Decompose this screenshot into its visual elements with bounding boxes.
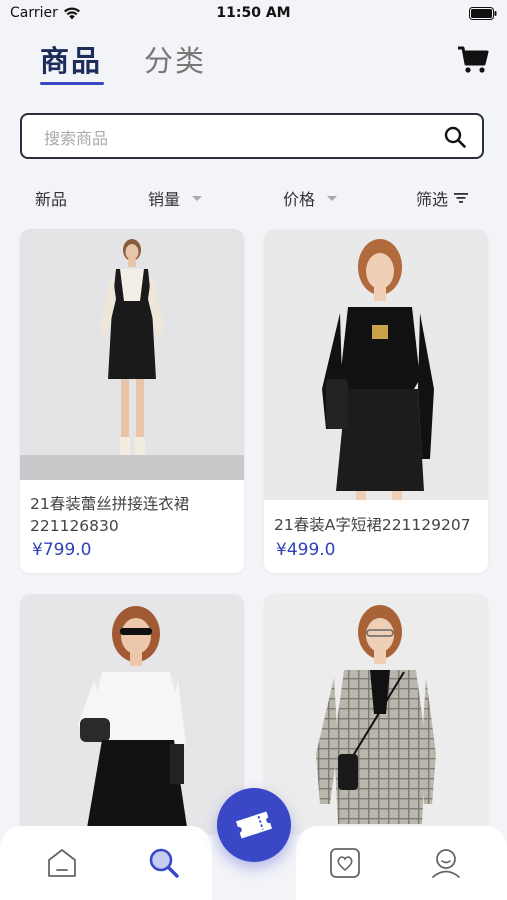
battery-icon bbox=[469, 7, 497, 20]
filter-price[interactable]: 价格 bbox=[283, 186, 338, 210]
product-name: 21春装蕾丝拼接连衣裙221126830 bbox=[30, 495, 190, 535]
caret-down-icon bbox=[192, 195, 203, 201]
filter-icon bbox=[454, 193, 469, 203]
product-card[interactable] bbox=[20, 594, 244, 834]
tab-products[interactable]: 商品 bbox=[40, 38, 102, 80]
home-icon[interactable] bbox=[45, 846, 79, 880]
product-image bbox=[264, 594, 488, 834]
search-bar[interactable] bbox=[20, 113, 484, 159]
product-name: 21春装A字短裙221129207 bbox=[274, 516, 471, 534]
filter-screen-label: 筛选 bbox=[416, 190, 449, 209]
filter-new[interactable]: 新品 bbox=[35, 186, 67, 210]
cart-icon[interactable] bbox=[456, 42, 490, 76]
product-image bbox=[264, 229, 488, 500]
ticket-button[interactable] bbox=[217, 788, 291, 862]
search-icon[interactable] bbox=[147, 846, 181, 880]
status-bar: Carrier 11:50 AM bbox=[0, 0, 507, 30]
search-icon[interactable] bbox=[444, 126, 466, 148]
product-price: ¥499.0 bbox=[276, 540, 336, 560]
filter-screen[interactable]: 筛选 bbox=[416, 186, 469, 210]
product-card[interactable]: 21春装蕾丝拼接连衣裙221126830 ¥799.0 bbox=[20, 229, 244, 573]
filter-price-label: 价格 bbox=[283, 190, 316, 209]
product-price: ¥799.0 bbox=[32, 540, 92, 560]
status-time: 11:50 AM bbox=[216, 5, 291, 21]
product-card[interactable] bbox=[264, 594, 488, 834]
favorites-icon[interactable] bbox=[328, 846, 362, 880]
filter-sales-label: 销量 bbox=[148, 190, 181, 209]
active-tab-indicator bbox=[40, 82, 104, 85]
product-image bbox=[20, 229, 244, 480]
search-input[interactable] bbox=[42, 125, 426, 151]
caret-down-icon bbox=[327, 195, 338, 201]
ticket-icon bbox=[236, 811, 272, 839]
filter-bar: 新品 销量 价格 筛选 bbox=[0, 182, 507, 212]
product-image bbox=[20, 594, 244, 834]
header: 商品 分类 bbox=[0, 34, 507, 94]
product-card[interactable]: 21春装A字短裙221129207 ¥499.0 bbox=[264, 229, 488, 573]
filter-sales[interactable]: 销量 bbox=[148, 186, 203, 210]
profile-icon[interactable] bbox=[429, 846, 463, 880]
tab-categories[interactable]: 分类 bbox=[144, 38, 206, 80]
filter-new-label: 新品 bbox=[35, 190, 68, 209]
